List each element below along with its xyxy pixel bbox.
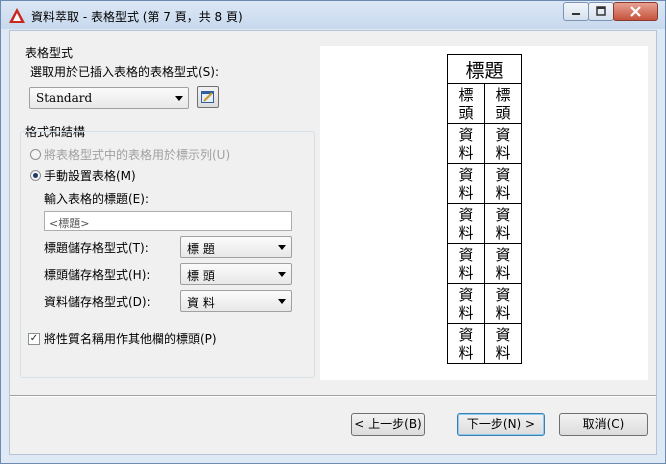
cancel-button[interactable]: 取消(C) xyxy=(559,413,648,436)
title-cell-style-label: 標題儲存格型式(T): xyxy=(44,241,149,255)
manual-setup-option-label: 手動設置表格(M) xyxy=(44,169,136,183)
minimize-icon xyxy=(572,13,580,15)
data-cell-style-select[interactable]: 資 料 xyxy=(180,290,292,312)
next-button[interactable]: 下一步(N) > xyxy=(457,413,545,436)
minimize-button[interactable] xyxy=(563,2,589,21)
preview-data-row: 資 料資 料 xyxy=(447,203,522,244)
preview-data-cell: 資 料 xyxy=(484,243,522,284)
preview-data-cell: 資 料 xyxy=(447,123,485,164)
header-cell-style-value: 標 頭 xyxy=(187,269,215,283)
preview-data-row: 資 料資 料 xyxy=(447,283,522,324)
dialog-window: 資料萃取 - 表格型式 (第 7 頁，共 8 頁) 表格型式 選取用於已插入表格… xyxy=(0,0,666,464)
preview-data-cell: 資 料 xyxy=(484,283,522,324)
table-style-prompt: 選取用於已插入表格的表格型式(S): xyxy=(30,65,220,79)
title-cell-style-value: 標 題 xyxy=(187,242,215,256)
preview-data-row: 資 料資 料 xyxy=(447,323,522,364)
preview-header-cell: 標 頭 xyxy=(447,83,485,124)
preview-data-row: 資 料資 料 xyxy=(447,163,522,204)
preview-data-cell: 資 料 xyxy=(447,163,485,204)
preview-data-cell: 資 料 xyxy=(484,203,522,244)
checkmark-icon: ✓ xyxy=(29,333,39,344)
table-style-dialog-icon xyxy=(201,91,214,103)
preview-data-cell: 資 料 xyxy=(447,203,485,244)
manual-setup-radio[interactable] xyxy=(30,170,41,181)
table-style-value: Standard xyxy=(36,91,93,105)
preview-data-row: 資 料資 料 xyxy=(447,243,522,284)
back-button[interactable]: < 上一步(B) xyxy=(351,413,425,436)
maximize-button[interactable] xyxy=(588,2,614,21)
chevron-down-icon xyxy=(278,272,286,277)
use-property-names-label: 將性質名稱用作其他欄的標頭(P) xyxy=(44,332,217,346)
preview-data-cell: 資 料 xyxy=(484,163,522,204)
maximize-icon xyxy=(596,6,606,16)
preview-data-cell: 資 料 xyxy=(447,283,485,324)
close-icon xyxy=(630,6,641,17)
header-cell-style-select[interactable]: 標 頭 xyxy=(180,263,292,285)
preview-data-cell: 資 料 xyxy=(447,243,485,284)
autocad-logo-icon xyxy=(9,8,25,23)
footer-separator xyxy=(10,395,656,397)
label-rows-option-label: 將表格型式中的表格用於標示列(U) xyxy=(44,148,231,162)
use-property-names-checkbox[interactable]: ✓ xyxy=(28,333,40,345)
preview-header-row: 標 頭標 頭 xyxy=(447,83,522,124)
preview-data-cell: 資 料 xyxy=(484,123,522,164)
title-bar[interactable]: 資料萃取 - 表格型式 (第 7 頁，共 8 頁) xyxy=(1,1,665,29)
close-window-button[interactable] xyxy=(613,2,658,21)
table-preview: 標題 標 頭標 頭資 料資 料資 料資 料資 料資 料資 料資 料資 料資 料資… xyxy=(320,46,648,380)
preview-data-cell: 資 料 xyxy=(484,323,522,364)
title-prompt-label: 輸入表格的標題(E): xyxy=(44,192,149,206)
table-title-value: <標題> xyxy=(49,217,90,230)
label-rows-radio[interactable] xyxy=(30,149,41,160)
window-title: 資料萃取 - 表格型式 (第 7 頁，共 8 頁) xyxy=(31,10,243,24)
preview-data-row: 資 料資 料 xyxy=(447,123,522,164)
data-cell-style-label: 資料儲存格型式(D): xyxy=(44,295,151,309)
title-cell-style-select[interactable]: 標 題 xyxy=(180,236,292,258)
table-title-input[interactable]: <標題> xyxy=(44,211,292,231)
table-style-group-label: 表格型式 xyxy=(25,46,74,60)
chevron-down-icon xyxy=(175,96,183,101)
data-cell-style-value: 資 料 xyxy=(187,296,215,310)
preview-header-cell: 標 頭 xyxy=(484,83,522,124)
preview-table: 標題 標 頭標 頭資 料資 料資 料資 料資 料資 料資 料資 料資 料資 料資… xyxy=(447,54,522,364)
edit-table-style-button[interactable] xyxy=(197,86,219,108)
header-cell-style-label: 標頭儲存格型式(H): xyxy=(44,268,151,282)
chevron-down-icon xyxy=(278,299,286,304)
chevron-down-icon xyxy=(278,245,286,250)
dialog-body: 表格型式 選取用於已插入表格的表格型式(S): Standard 格式和結構 將… xyxy=(9,30,657,455)
preview-data-cell: 資 料 xyxy=(447,323,485,364)
preview-title-cell: 標題 xyxy=(447,54,522,84)
table-style-select[interactable]: Standard xyxy=(29,87,189,109)
